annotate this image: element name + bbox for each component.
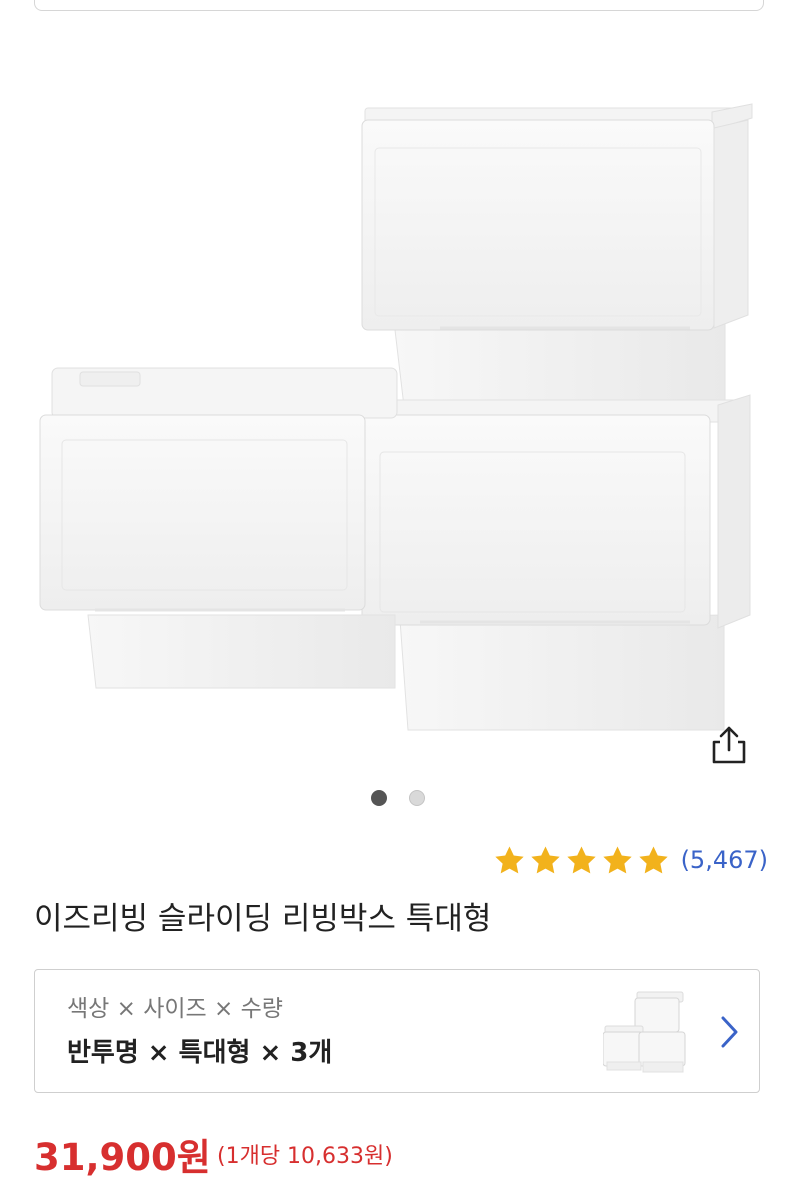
- star-icon: [638, 845, 668, 873]
- star-icon: [494, 845, 524, 873]
- chevron-right-icon: [721, 1016, 738, 1048]
- top-box: [361, 103, 753, 416]
- review-count[interactable]: (5,467): [681, 846, 768, 874]
- bottom-left-box: [39, 367, 398, 689]
- star-icon: [602, 845, 632, 873]
- carousel-dot-2[interactable]: [408, 789, 425, 806]
- product-title: 이즈리빙 슬라이딩 리빙박스 특대형: [34, 901, 492, 937]
- option-selector[interactable]: 색상 × 사이즈 × 수량 반투명 × 특대형 × 3개: [34, 969, 760, 1093]
- star-icon: [530, 845, 560, 873]
- option-label: 색상 × 사이즈 × 수량: [67, 996, 283, 1022]
- carousel-indicator: [0, 787, 796, 806]
- previous-card-edge: [34, 0, 764, 11]
- bottom-right-box: [361, 394, 751, 731]
- share-icon[interactable]: [706, 722, 752, 768]
- option-thumbnail: [603, 991, 686, 1073]
- unit-price: (1개당 10,633원): [217, 1144, 393, 1169]
- rating[interactable]: (5,467): [493, 840, 768, 880]
- option-value: 반투명 × 특대형 × 3개: [67, 1038, 333, 1068]
- carousel-dot-1[interactable]: [371, 789, 388, 806]
- product-image[interactable]: [0, 60, 796, 780]
- price: 31,900원: [34, 1136, 211, 1179]
- star-icon: [566, 845, 596, 873]
